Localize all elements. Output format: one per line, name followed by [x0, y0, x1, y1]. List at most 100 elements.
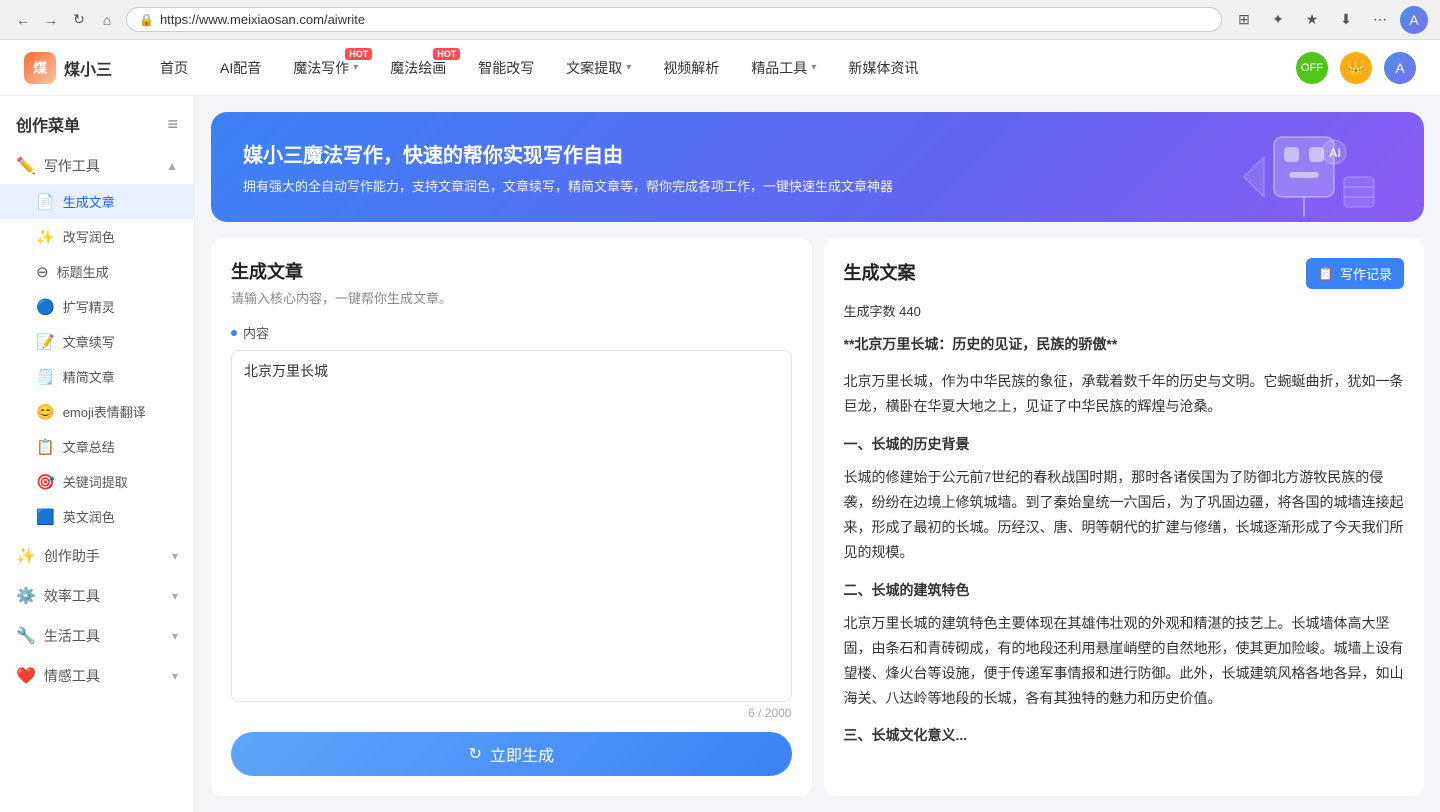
continue-writing-label: 文章续写: [63, 332, 115, 351]
crown-button[interactable]: 👑: [1340, 52, 1372, 84]
rewrite-polish-label: 改写润色: [63, 227, 115, 246]
emoji-translate-label: emoji表情翻译: [63, 402, 146, 421]
address-bar[interactable]: 🔒 https://www.meixiaosan.com/aiwrite: [126, 7, 1222, 32]
nav-magic-writing-label: 魔法写作: [293, 58, 349, 78]
sidebar-section-efficiency-tools-label: ⚙️ 效率工具: [16, 586, 100, 606]
article-para-3: 北京万里长城的建筑特色主要体现在其雄伟壮观的外观和精湛的技艺上。长城墙体高大坚固…: [844, 611, 1405, 712]
bookmark-button[interactable]: ★: [1298, 6, 1326, 34]
magic-writing-hot-badge: HOT: [345, 48, 372, 60]
nav-right: OFF 👑 A: [1296, 52, 1416, 84]
sidebar-title: 创作菜单: [16, 112, 80, 136]
nav-home[interactable]: 首页: [144, 40, 204, 96]
sidebar-section-efficiency-tools-header[interactable]: ⚙️ 效率工具 ▾: [0, 578, 194, 614]
forward-button[interactable]: →: [40, 9, 62, 31]
lock-icon: 🔒: [139, 13, 154, 27]
emoji-translate-icon: 😊: [36, 403, 55, 421]
sidebar-item-article-summary[interactable]: 📋 文章总结: [0, 429, 194, 464]
content-dot: [231, 330, 237, 336]
nav-copywriting[interactable]: 文案提取 ▾: [550, 40, 647, 96]
generate-article-label: 生成文章: [63, 192, 115, 211]
more-button[interactable]: ⋯: [1366, 6, 1394, 34]
article-para-1: 北京万里长城，作为中华民族的象征，承载着数千年的历史与文明。它蜿蜒曲折，犹如一条…: [844, 369, 1405, 419]
browser-avatar[interactable]: A: [1400, 6, 1428, 34]
char-separator: /: [758, 706, 765, 720]
nav-new-media[interactable]: 新媒体资讯: [832, 40, 934, 96]
generate-icon: ↻: [469, 744, 482, 764]
download-button[interactable]: ⬇: [1332, 6, 1360, 34]
browser-bar: ← → ↻ ⌂ 🔒 https://www.meixiaosan.com/aiw…: [0, 0, 1440, 40]
content-label-text: 内容: [243, 323, 269, 342]
nav-magic-drawing-label: 魔法绘画: [390, 58, 446, 78]
sidebar-section-writing-tools: ✏️ 写作工具 ▲ 📄 生成文章 ✨ 改写润色 ⊖ 标题生成 🔵 扩写精灵: [0, 148, 194, 534]
content-area: 媒小三魔法写作，快速的帮你实现写作自由 拥有强大的全自动写作能力，支持文章润色，…: [195, 96, 1440, 812]
nav-magic-writing[interactable]: 魔法写作 HOT ▾: [277, 40, 374, 96]
creative-assistant-chevron: ▾: [172, 549, 178, 563]
logo-icon: 煤: [24, 52, 56, 84]
simplify-article-label: 精简文章: [63, 367, 115, 386]
efficiency-tools-chevron: ▾: [172, 589, 178, 603]
right-panel-title: 生成文案: [844, 259, 916, 285]
sidebar-item-simplify-article[interactable]: 🗒️ 精简文章: [0, 359, 194, 394]
sidebar-section-writing-tools-header[interactable]: ✏️ 写作工具 ▲: [0, 148, 194, 184]
nav-magic-drawing[interactable]: 魔法绘画 HOT: [374, 40, 462, 96]
writing-tools-icon: ✏️: [16, 156, 36, 176]
english-polish-label: 英文润色: [63, 507, 115, 526]
back-button[interactable]: ←: [12, 9, 34, 31]
writing-tools-text: 写作工具: [44, 156, 100, 176]
english-polish-icon: 🟦: [36, 508, 55, 526]
sidebar-section-life-tools-header[interactable]: 🔧 生活工具 ▾: [0, 618, 194, 654]
expand-writing-icon: 🔵: [36, 298, 55, 316]
sidebar-item-continue-writing[interactable]: 📝 文章续写: [0, 324, 194, 359]
copywriting-chevron: ▾: [626, 62, 631, 73]
nav-ai-dubbing[interactable]: AI配音: [204, 40, 277, 96]
sidebar-item-expand-writing[interactable]: 🔵 扩写精灵: [0, 289, 194, 324]
nav-premium-tools[interactable]: 精品工具 ▾: [735, 40, 832, 96]
url-text: https://www.meixiaosan.com/aiwrite: [160, 12, 365, 27]
refresh-button[interactable]: ↻: [68, 9, 90, 31]
tab-grid-button[interactable]: ⊞: [1230, 6, 1258, 34]
logo[interactable]: 煤 煤小三: [24, 52, 112, 84]
keyword-extract-icon: 🎯: [36, 473, 55, 491]
article-input[interactable]: 北京万里长城: [231, 350, 792, 702]
sidebar-item-english-polish[interactable]: 🟦 英文润色: [0, 499, 194, 534]
efficiency-tools-text: 效率工具: [44, 586, 100, 606]
generate-button-label: 立即生成: [490, 742, 554, 766]
nav-video-analysis[interactable]: 视频解析: [647, 40, 735, 96]
title-generate-icon: ⊖: [36, 263, 49, 281]
sidebar-section-creative-assistant-header[interactable]: ✨ 创作助手 ▾: [0, 538, 194, 574]
off-badge-button[interactable]: OFF: [1296, 52, 1328, 84]
sidebar-item-emoji-translate[interactable]: 😊 emoji表情翻译: [0, 394, 194, 429]
article-content[interactable]: **北京万里长城：历史的见证，民族的骄傲** 北京万里长城，作为中华民族的象征，…: [844, 332, 1405, 776]
char-count: 6 / 2000: [231, 706, 792, 720]
title-generate-label: 标题生成: [57, 262, 109, 281]
nav-smart-rewrite[interactable]: 智能改写: [462, 40, 550, 96]
expand-writing-label: 扩写精灵: [63, 297, 115, 316]
sidebar-section-life-tools: 🔧 生活工具 ▾: [0, 618, 194, 654]
magic-drawing-hot-badge: HOT: [433, 48, 460, 60]
emotion-tools-icon: ❤️: [16, 666, 36, 686]
sidebar-menu-icon[interactable]: ≡: [167, 114, 178, 135]
sidebar-header: 创作菜单 ≡: [0, 112, 194, 148]
sidebar-item-title-generate[interactable]: ⊖ 标题生成: [0, 254, 194, 289]
sidebar-section-emotion-tools-header[interactable]: ❤️ 情感工具 ▾: [0, 658, 194, 694]
right-panel: 生成文案 📋 写作记录 生成字数 440 **北京万里长城：历史的见证，民族的骄…: [824, 238, 1425, 796]
writing-record-button[interactable]: 📋 写作记录: [1306, 258, 1404, 289]
banner: 媒小三魔法写作，快速的帮你实现写作自由 拥有强大的全自动写作能力，支持文章润色，…: [211, 112, 1424, 222]
sidebar-item-rewrite-polish[interactable]: ✨ 改写润色: [0, 219, 194, 254]
extension-button[interactable]: ✦: [1264, 6, 1292, 34]
word-count-label: 生成字数: [844, 304, 896, 319]
sidebar-section-creative-assistant-label: ✨ 创作助手: [16, 546, 100, 566]
life-tools-chevron: ▾: [172, 629, 178, 643]
logo-abbr: 煤: [33, 58, 47, 78]
user-avatar[interactable]: A: [1384, 52, 1416, 84]
home-button[interactable]: ⌂: [96, 9, 118, 31]
sidebar-item-generate-article[interactable]: 📄 生成文章: [0, 184, 194, 219]
premium-tools-chevron: ▾: [811, 62, 816, 73]
sidebar-item-keyword-extract[interactable]: 🎯 关键词提取: [0, 464, 194, 499]
nav-video-analysis-label: 视频解析: [663, 58, 719, 78]
word-count-bar: 生成字数 440: [844, 301, 1405, 320]
sidebar-section-efficiency-tools: ⚙️ 效率工具 ▾: [0, 578, 194, 614]
generate-button[interactable]: ↻ 立即生成: [231, 732, 792, 776]
banner-decoration: AI: [1194, 117, 1394, 217]
main-layout: 创作菜单 ≡ ✏️ 写作工具 ▲ 📄 生成文章 ✨ 改写润色 ⊖ 标: [0, 96, 1440, 812]
